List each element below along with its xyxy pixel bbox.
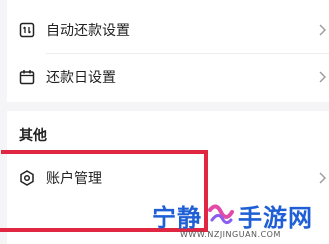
section-title-other: 其他 [19, 128, 47, 144]
chevron-right-icon [319, 172, 326, 184]
watermark: 宁静 手游网 WWW.NZJINGUAN.COM [152, 198, 322, 242]
auto-repay-icon [19, 22, 35, 38]
chevron-right-icon [319, 24, 326, 36]
watermark-url: WWW.NZJINGUAN.COM [180, 230, 281, 239]
watermark-text-left: 宁静 [152, 204, 202, 232]
repay-day-label: 还款日设置 [46, 70, 116, 86]
calendar-icon [19, 70, 35, 85]
watermark-text-right: 手游网 [238, 204, 313, 232]
chevron-right-icon [319, 71, 326, 83]
auto-repay-label: 自动还款设置 [46, 23, 130, 39]
repay-day-setting-row[interactable]: 还款日设置 [7, 54, 329, 100]
settings-card: 自动还款设置 还款日设置 [7, 0, 329, 102]
auto-repay-setting-row[interactable]: 自动还款设置 [7, 7, 329, 53]
watermark-logo-icon [208, 204, 234, 225]
